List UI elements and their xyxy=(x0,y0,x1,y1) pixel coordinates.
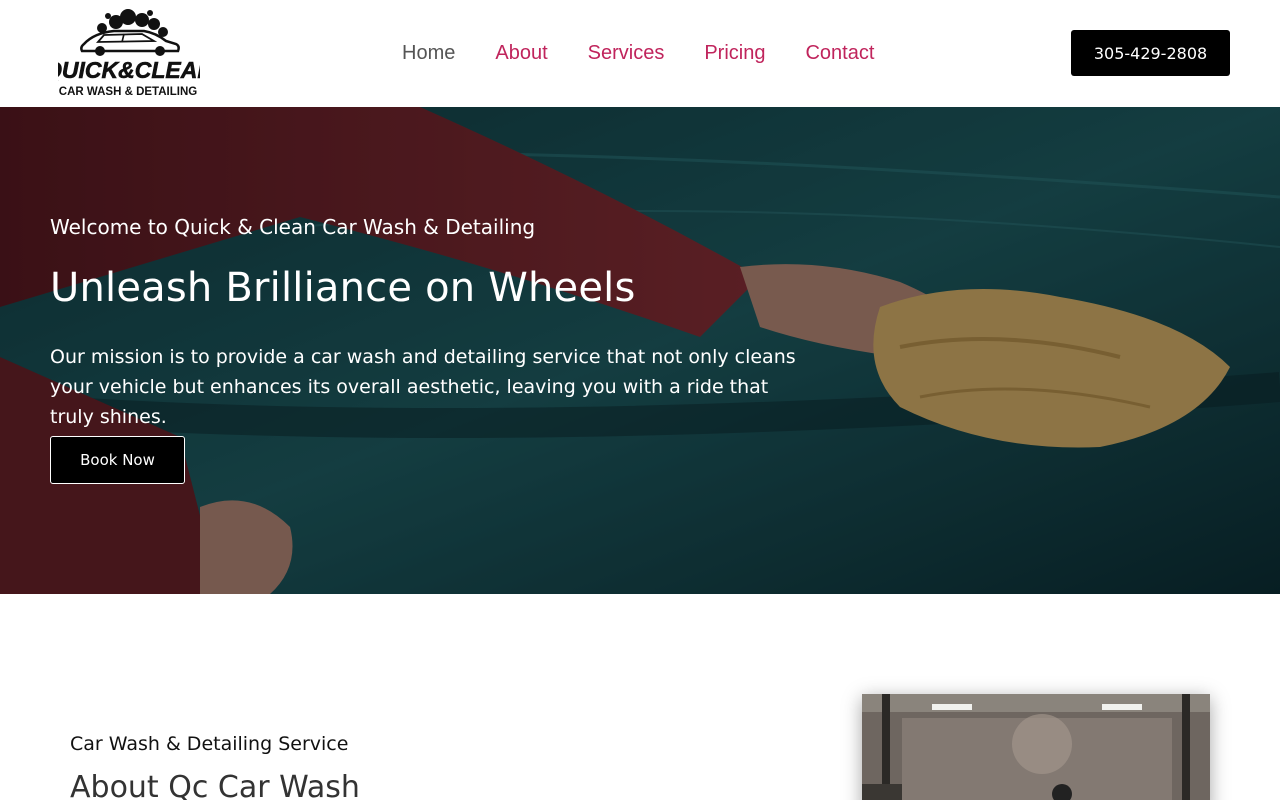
main-nav: Home About Services Pricing Contact xyxy=(382,40,894,66)
car-wash-bay-image xyxy=(862,694,1210,800)
hero-text: Our mission is to provide a car wash and… xyxy=(50,346,796,428)
phone-button[interactable]: 305-429-2808 xyxy=(1071,30,1230,76)
nav-link-about[interactable]: About xyxy=(475,40,567,66)
nav-link-home[interactable]: Home xyxy=(382,40,475,66)
hero-title: Unleash Brilliance on Wheels xyxy=(50,265,636,311)
nav-link-services[interactable]: Services xyxy=(568,40,685,66)
about-kicker: Car Wash & Detailing Service xyxy=(70,733,349,755)
book-now-button[interactable]: Book Now xyxy=(50,436,185,484)
nav-link-pricing[interactable]: Pricing xyxy=(684,40,785,66)
site-header: QUICK&CLEAN CAR WASH & DETAILING Home Ab… xyxy=(0,0,1280,107)
about-title: About Qc Car Wash xyxy=(70,770,360,800)
logo-text-top: QUICK&CLEAN xyxy=(58,57,200,83)
logo-text-bottom: CAR WASH & DETAILING xyxy=(59,86,197,98)
hero-section: Welcome to Quick & Clean Car Wash & Deta… xyxy=(0,107,1280,594)
hero-kicker: Welcome to Quick & Clean Car Wash & Deta… xyxy=(50,215,536,239)
nav-link-contact[interactable]: Contact xyxy=(785,40,894,66)
logo[interactable]: QUICK&CLEAN CAR WASH & DETAILING xyxy=(58,8,200,100)
